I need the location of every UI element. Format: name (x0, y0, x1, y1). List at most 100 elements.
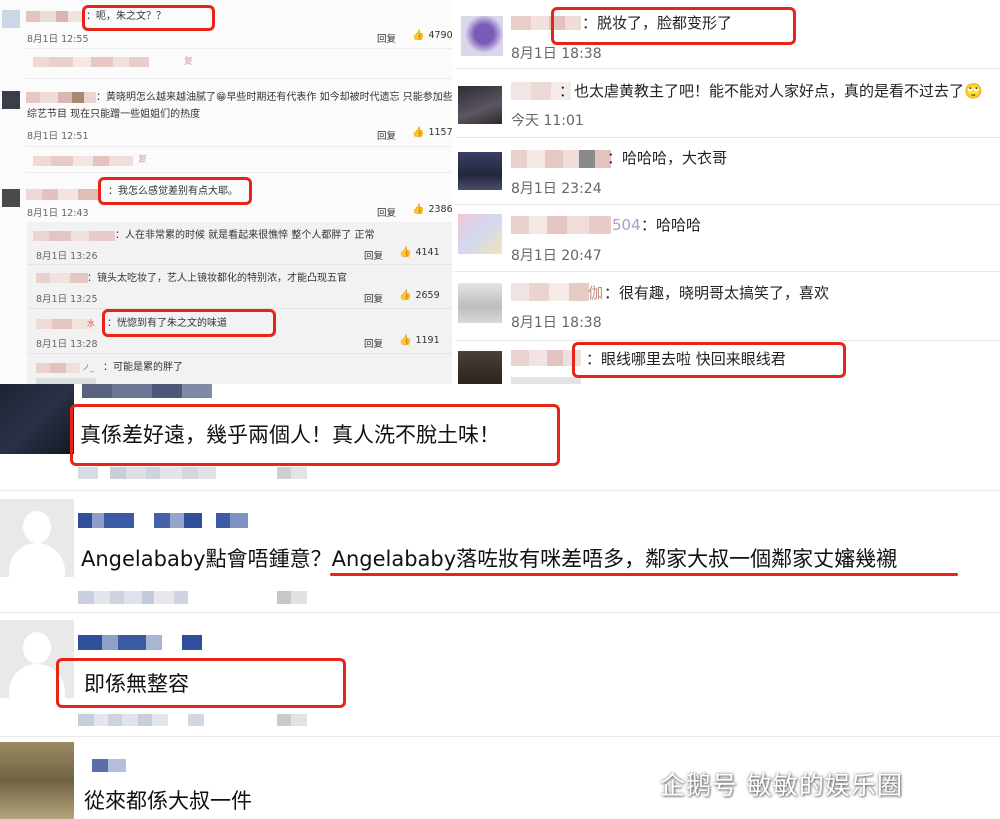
username-blurred[interactable] (26, 189, 98, 200)
meta-blurred (78, 591, 308, 604)
like-button[interactable]: 👍 1157 (412, 127, 452, 138)
avatar[interactable] (0, 742, 74, 819)
username-blurred[interactable] (511, 283, 589, 301)
avatar[interactable] (458, 283, 502, 323)
avatar[interactable] (2, 91, 20, 109)
sub-reply-date: 8月1日 13:28 (36, 339, 98, 350)
reply-stub[interactable]: 复 (184, 56, 193, 69)
username-blurred[interactable] (78, 635, 202, 650)
avatar[interactable] (2, 189, 20, 207)
username-blurred[interactable] (511, 350, 581, 366)
username-blurred[interactable] (511, 216, 611, 234)
divider (0, 490, 1000, 491)
comment-text-part-b: Angelababy落咗妝有咪差唔多，鄰家大叔一個鄰家丈嬸幾襯 (331, 547, 898, 571)
username-blurred[interactable] (36, 319, 92, 329)
sub-reply-prefix: ノ_ (82, 363, 94, 372)
divider (0, 612, 1000, 613)
username-blurred[interactable] (26, 11, 82, 22)
comment-text: ：哈哈哈，大衣哥 (607, 149, 728, 167)
username-suffix: 504 (612, 216, 641, 234)
reply-stub[interactable]: 复 (138, 154, 147, 167)
thumbs-up-icon: 👍 (399, 247, 412, 258)
meta-blurred (78, 714, 228, 726)
comment-text: ：很有趣，晓明哥太搞笑了，喜欢 (604, 284, 830, 302)
reply-button[interactable]: 回复 (377, 205, 396, 219)
reply-button[interactable]: 回复 (377, 31, 396, 45)
divider (26, 146, 452, 147)
divider (0, 736, 1000, 737)
comment-date: 8月1日 12:55 (27, 34, 89, 45)
thumbs-up-icon: 👍 (412, 204, 425, 215)
comment-date: 8月1日 12:51 (27, 131, 89, 142)
username-blurred[interactable] (36, 273, 88, 283)
username-blurred[interactable] (33, 231, 115, 241)
divider (455, 340, 1000, 341)
like-button[interactable]: 👍 2386 (412, 204, 452, 215)
comment-text: ：哈哈哈 (641, 216, 702, 234)
reply-button[interactable]: 回复 (377, 128, 396, 142)
avatar[interactable] (0, 384, 74, 454)
avatar[interactable] (458, 152, 502, 190)
penguin-icon (621, 770, 649, 800)
meta-blurred (277, 591, 307, 604)
like-count: 4141 (415, 247, 440, 258)
avatar[interactable] (0, 499, 74, 577)
like-button[interactable]: 👍 2659 (399, 290, 440, 301)
username-blurred[interactable] (511, 150, 611, 168)
comment-text-cont: 综艺节目 现在只能蹭一些姐姐们的热度 (27, 109, 201, 120)
comment-text: ：黄晓明怎么越来越油腻了😁早些时期还有代表作 如今却被时代遗忘 只能参加些 (96, 92, 452, 103)
username-suffix: 伽 (588, 284, 604, 302)
avatar[interactable] (461, 16, 503, 56)
reply-button[interactable]: 回复 (364, 291, 383, 305)
highlight-box (572, 342, 846, 378)
reply-preview-blurred (33, 57, 183, 67)
reply-preview-blurred (33, 156, 133, 166)
like-count: 2659 (415, 290, 440, 301)
like-button[interactable]: 👍 1191 (399, 335, 440, 346)
like-button[interactable]: 👍 4790 (412, 30, 452, 41)
like-count: 4790 (428, 30, 452, 41)
sub-reply-date: 8月1日 13:26 (36, 251, 98, 262)
highlight-underline (330, 573, 958, 576)
divider (27, 353, 452, 354)
highlight-box (56, 658, 346, 708)
comment-text-part-a: Angelababy點會唔鍾意？ (81, 547, 332, 571)
like-count: 2386 (428, 204, 452, 215)
comment-text: 從來都係大叔一件 (84, 789, 252, 813)
cantonese-comments-panel: 真係差好遠，幾乎兩個人！真人洗不脫土味！ Angelababy點會唔鍾意？Ang… (0, 384, 1000, 819)
avatar[interactable] (458, 86, 502, 124)
reply-button[interactable]: 回复 (364, 336, 383, 350)
divider (26, 172, 452, 173)
comment-date: 8月1日 20:47 (511, 248, 602, 264)
username-blurred[interactable] (78, 513, 248, 528)
like-button[interactable]: 👍 4141 (399, 247, 440, 258)
highlight-box (98, 177, 252, 205)
username-blurred[interactable] (26, 92, 96, 103)
comment-date: 8月1日 23:24 (511, 181, 602, 197)
divider (455, 271, 1000, 272)
divider (455, 68, 1000, 69)
sub-reply-text: ：镜头太吃妆了，艺人上镜妆都化的特别浓，才能凸现五官 (87, 273, 347, 284)
username-blurred[interactable] (36, 363, 80, 373)
username-blurred[interactable] (82, 384, 212, 398)
divider (26, 48, 452, 49)
meta-blurred (78, 467, 308, 479)
sub-reply-date: 8月1日 13:25 (36, 294, 98, 305)
username-blurred[interactable] (92, 759, 126, 772)
thumbs-up-icon: 👍 (399, 335, 412, 346)
comment-text: Angelababy點會唔鍾意？Angelababy落咗妝有咪差唔多，鄰家大叔一… (81, 543, 897, 573)
highlight-box (102, 309, 276, 337)
avatar[interactable] (458, 351, 502, 384)
avatar[interactable] (2, 10, 20, 28)
meta-blurred (277, 714, 307, 726)
avatar[interactable] (458, 214, 502, 254)
divider (26, 78, 452, 79)
thumbs-up-icon: 👍 (412, 127, 425, 138)
divider (27, 264, 452, 265)
divider (455, 137, 1000, 138)
comment-date: 8月1日 12:43 (27, 208, 89, 219)
sub-replies-box: ：人在非常累的时候 就是看起来很憔悴 整个人都胖了 正常 8月1日 13:26 … (27, 222, 452, 384)
sub-reply-text: ：可能是累的胖了 (103, 362, 183, 373)
meta-blurred (277, 467, 307, 479)
reply-button[interactable]: 回复 (364, 248, 383, 262)
